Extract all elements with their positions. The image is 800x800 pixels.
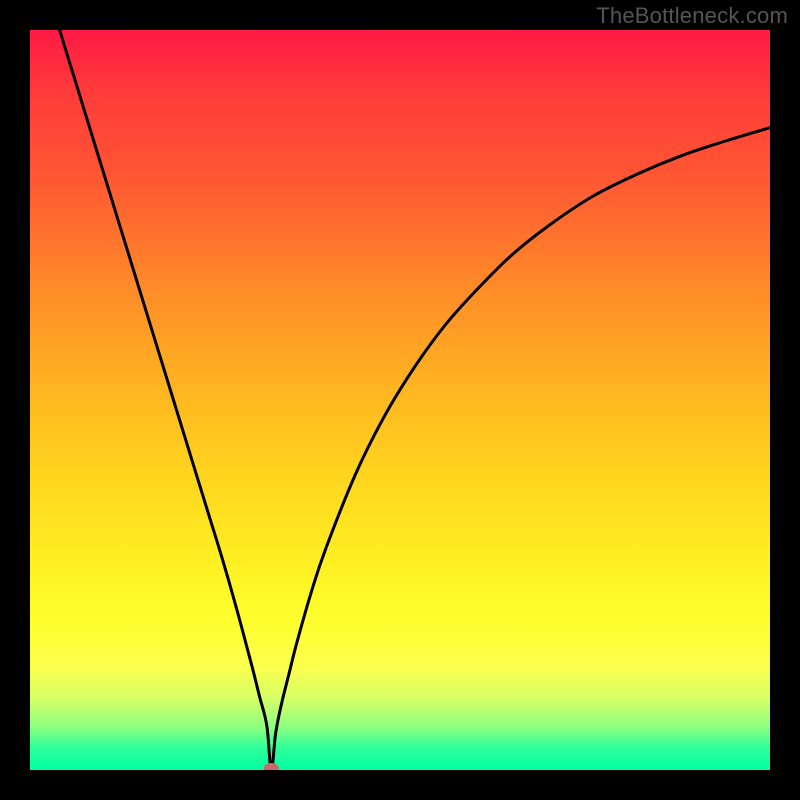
- series-name: bottleneck-curve: [30, 30, 31, 31]
- plot-area: line bottleneck-curve: [30, 30, 770, 770]
- curve-layer: [30, 30, 770, 770]
- bottleneck-curve: [60, 30, 770, 770]
- optimum-marker: [264, 764, 278, 771]
- chart-frame: TheBottleneck.com line bottleneck-curve: [0, 0, 800, 800]
- chart-type: line: [30, 30, 31, 31]
- watermark-text: TheBottleneck.com: [596, 3, 788, 29]
